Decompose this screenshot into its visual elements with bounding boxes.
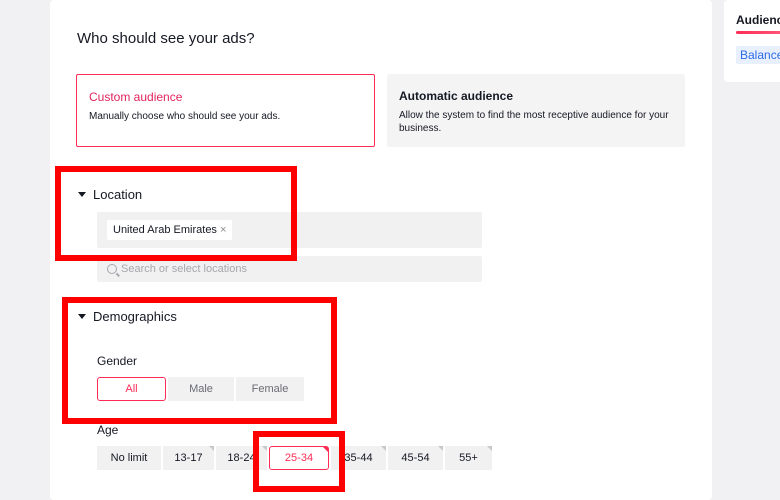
demographics-highlight-box [62, 297, 337, 424]
option-description: Manually choose who should see your ads. [89, 111, 281, 122]
option-description: Allow the system to find the most recept… [399, 110, 669, 134]
location-highlight-box [55, 166, 297, 261]
custom-audience-option[interactable]: Custom audience Manually choose who shou… [76, 74, 375, 147]
balance-badge: Balance [736, 46, 780, 64]
option-title: Custom audience [89, 90, 183, 104]
age-option-45-54[interactable]: 45-54 [388, 446, 443, 470]
age-option-13-17[interactable]: 13-17 [163, 446, 214, 470]
side-panel-title: Audience [736, 13, 780, 27]
location-search-input[interactable] [121, 263, 461, 275]
audience-meter-bar [736, 31, 780, 34]
audience-side-panel: Audience Balance [724, 0, 780, 82]
search-icon [107, 264, 117, 274]
option-title: Automatic audience [399, 89, 514, 103]
page-title: Who should see your ads? [77, 30, 255, 47]
age-option-no-limit[interactable]: No limit [97, 446, 161, 470]
age-highlight-box [253, 431, 345, 492]
age-option-55-plus[interactable]: 55+ [445, 446, 492, 470]
automatic-audience-option[interactable]: Automatic audience Allow the system to f… [387, 74, 685, 147]
age-label: Age [97, 423, 119, 437]
